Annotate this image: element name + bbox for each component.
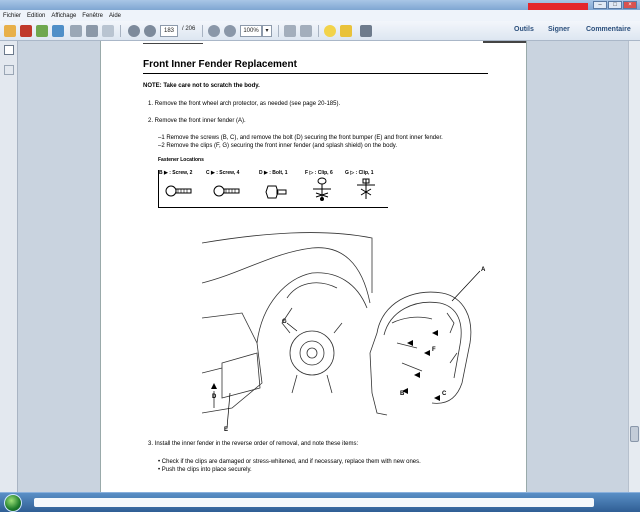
toolbar-separator bbox=[318, 25, 319, 37]
maximize-button[interactable]: □ bbox=[608, 1, 622, 9]
edit-icon[interactable] bbox=[36, 25, 48, 37]
create-pdf-icon[interactable] bbox=[20, 25, 32, 37]
tools-button[interactable]: Outils bbox=[514, 26, 534, 33]
open-icon[interactable] bbox=[4, 25, 16, 37]
fastener-label-b: B ▶ : Screw, 2 bbox=[159, 170, 193, 176]
screw-b-icon bbox=[165, 185, 192, 197]
title-underline bbox=[143, 73, 488, 74]
label-g: G bbox=[282, 319, 287, 325]
navigation-panel bbox=[0, 41, 18, 492]
car-body-outline bbox=[202, 232, 373, 414]
comment-button[interactable]: Commentaire bbox=[586, 26, 631, 33]
menu-file[interactable]: Fichier bbox=[0, 13, 24, 19]
vertical-scrollbar[interactable] bbox=[628, 41, 640, 492]
toolbar-separator bbox=[278, 25, 279, 37]
label-a: A bbox=[481, 267, 486, 273]
scrollbar-thumb[interactable] bbox=[630, 426, 639, 442]
save-icon[interactable] bbox=[70, 25, 82, 37]
step-1-text: 1. Remove the front wheel arch protector… bbox=[148, 101, 341, 107]
bullet-1-text: • Check if the clips are damaged or stre… bbox=[158, 459, 421, 465]
clip-g-icon bbox=[357, 178, 375, 199]
substep-1-text: –1 Remove the screws (B, C), and remove … bbox=[158, 135, 443, 141]
taskbar-items bbox=[34, 498, 594, 507]
fastener-label-d: D ▶ : Bolt, 1 bbox=[259, 170, 288, 176]
next-page-icon[interactable] bbox=[144, 25, 156, 37]
header-rule-right bbox=[483, 41, 526, 43]
expand-icon[interactable] bbox=[360, 25, 372, 37]
fastener-locations-table: B ▶ : Screw, 2 C ▶ : Screw, 4 D ▶ : Bolt… bbox=[158, 170, 388, 208]
label-d: D bbox=[212, 394, 217, 400]
zoom-dropdown-chevron-down-icon[interactable]: ▾ bbox=[262, 25, 272, 37]
fastener-heading: Fastener Locations bbox=[158, 157, 204, 163]
menu-bar: Fichier Edition Affichage Fenêtre Aide bbox=[0, 10, 640, 21]
page-total: / 206 bbox=[182, 26, 196, 32]
menu-edit[interactable]: Edition bbox=[24, 13, 48, 19]
label-e: E bbox=[224, 427, 228, 431]
step-2-text: 2. Remove the front inner fender (A). bbox=[148, 118, 246, 124]
page-title: Front Inner Fender Replacement bbox=[143, 59, 297, 70]
menu-window[interactable]: Fenêtre bbox=[79, 13, 106, 19]
fit-page-icon[interactable] bbox=[284, 25, 296, 37]
taskbar bbox=[0, 492, 640, 512]
bolt-d-icon bbox=[265, 185, 287, 199]
comment-icon[interactable] bbox=[324, 25, 336, 37]
callout-leaders bbox=[213, 270, 481, 429]
label-b: B bbox=[400, 391, 405, 397]
fender-diagram: A B C D E F G bbox=[202, 232, 486, 431]
share-icon[interactable] bbox=[52, 25, 64, 37]
zoom-level-input[interactable]: 100% bbox=[240, 25, 262, 37]
header-rule bbox=[143, 43, 203, 44]
start-button-windows-icon[interactable] bbox=[4, 494, 22, 512]
highlight-icon[interactable] bbox=[340, 25, 352, 37]
label-c: C bbox=[442, 391, 447, 397]
attachments-icon[interactable] bbox=[4, 65, 14, 75]
step-3-text: 3. Install the inner fender in the rever… bbox=[148, 441, 359, 447]
sign-button[interactable]: Signer bbox=[548, 26, 570, 33]
zoom-in-icon[interactable] bbox=[224, 25, 236, 37]
clip-f-icon bbox=[313, 177, 331, 201]
fastener-arrows bbox=[211, 330, 440, 401]
full-screen-icon[interactable] bbox=[300, 25, 312, 37]
wheel-hub-assembly bbox=[281, 307, 343, 394]
close-button[interactable]: × bbox=[623, 1, 637, 9]
note-text: NOTE: Take care not to scratch the body. bbox=[143, 83, 260, 89]
email-icon[interactable] bbox=[102, 25, 114, 37]
page-number-input[interactable]: 183 bbox=[160, 25, 178, 37]
label-f: F bbox=[432, 347, 436, 353]
window-title-bar: – □ × bbox=[0, 0, 640, 11]
zoom-out-icon[interactable] bbox=[208, 25, 220, 37]
bumper-part bbox=[202, 352, 261, 399]
previous-page-icon[interactable] bbox=[128, 25, 140, 37]
inner-fender-part bbox=[369, 291, 472, 416]
pages-icon[interactable] bbox=[4, 45, 14, 55]
print-icon[interactable] bbox=[86, 25, 98, 37]
substep-2-text: –2 Remove the clips (F, G) securing the … bbox=[158, 143, 398, 149]
toolbar-separator bbox=[120, 25, 121, 37]
toolbar-separator bbox=[202, 25, 203, 37]
fastener-label-c: C ▶ : Screw, 4 bbox=[206, 170, 240, 176]
bullet-2-text: • Push the clips into place securely. bbox=[158, 467, 252, 473]
screw-c-icon bbox=[213, 185, 240, 197]
menu-help[interactable]: Aide bbox=[106, 13, 124, 19]
toolbar: 183 / 206 100% ▾ Outils Signer Commentai… bbox=[0, 21, 640, 41]
document-page: Front Inner Fender Replacement NOTE: Tak… bbox=[100, 41, 527, 492]
minimize-button[interactable]: – bbox=[593, 1, 607, 9]
menu-view[interactable]: Affichage bbox=[48, 13, 79, 19]
